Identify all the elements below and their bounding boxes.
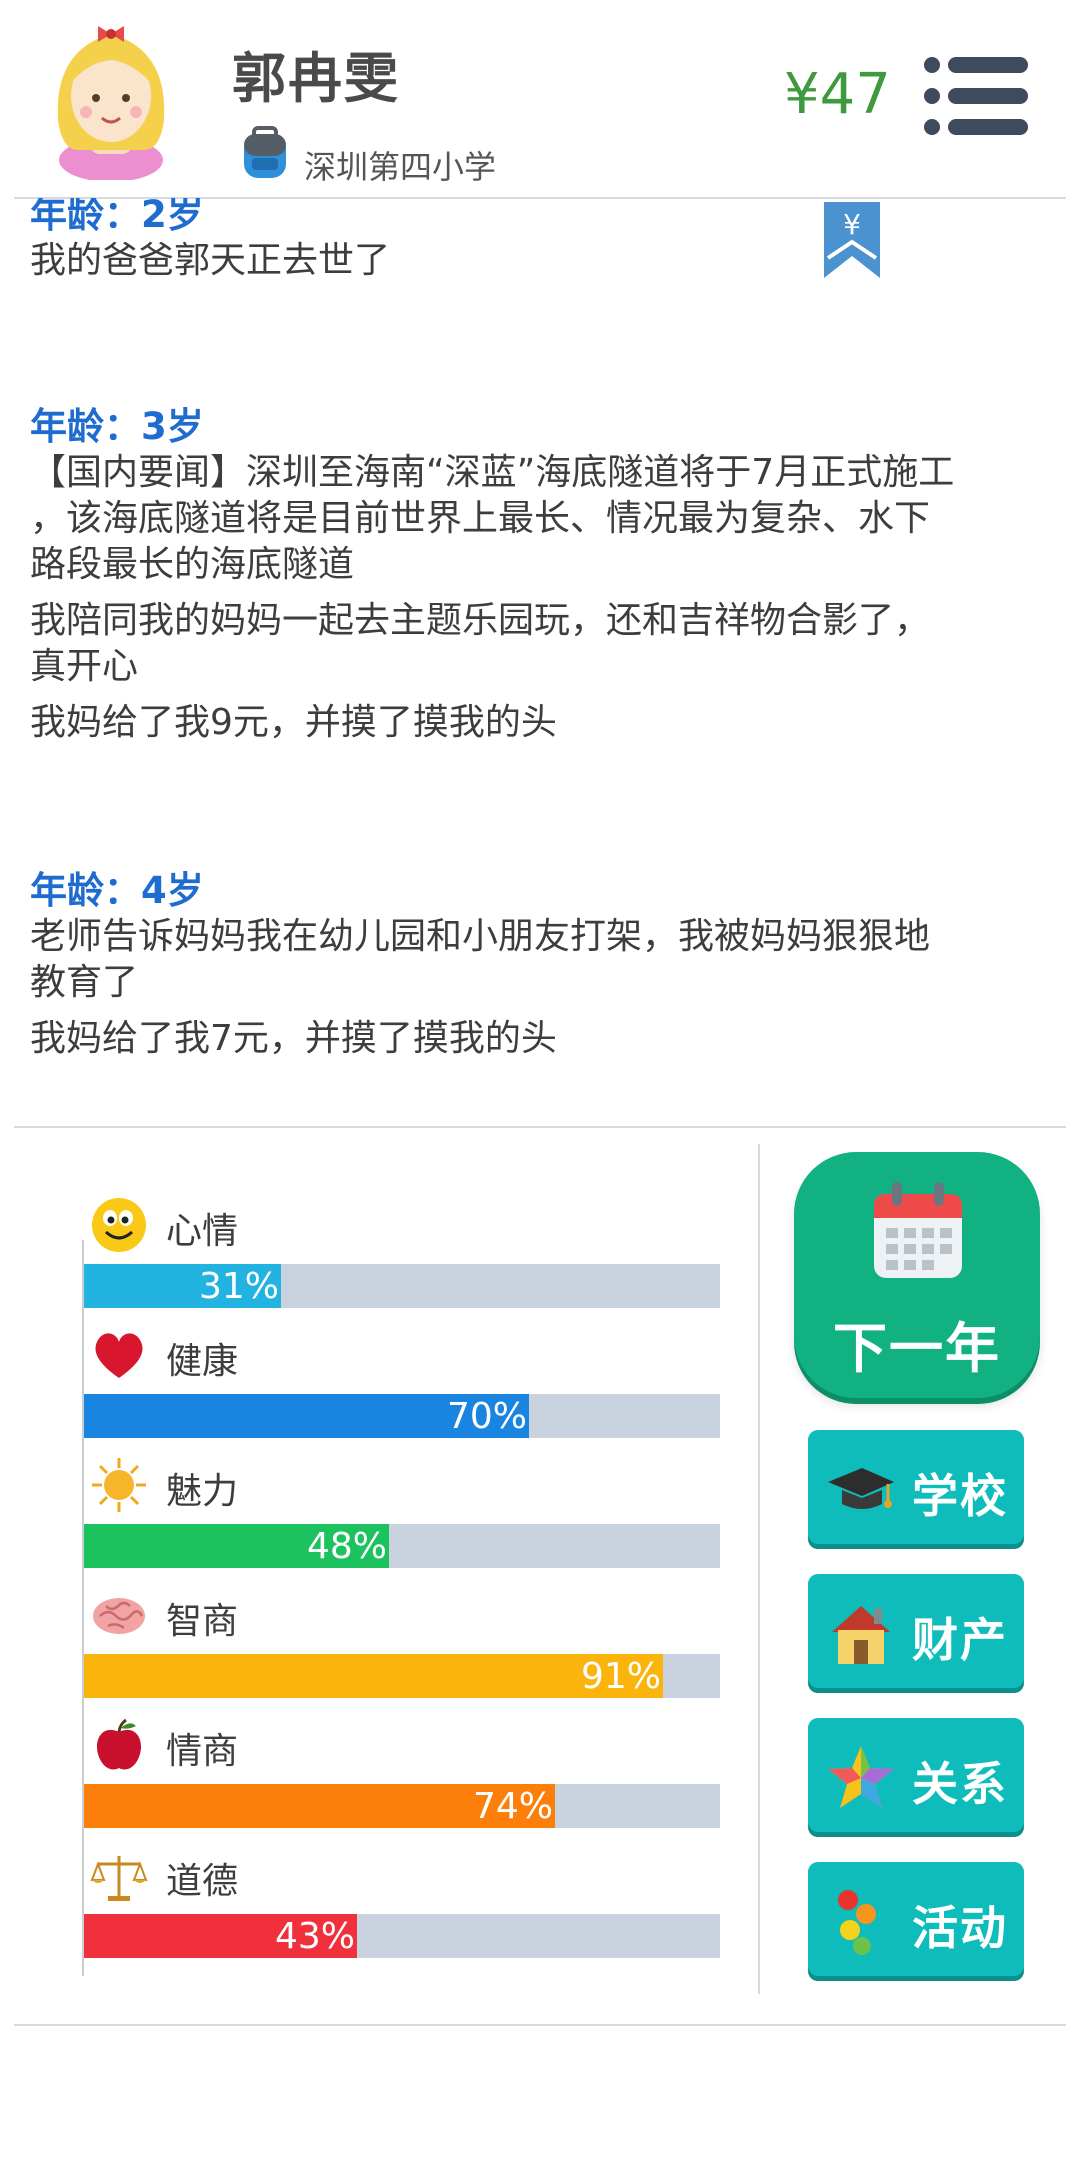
graduation-cap-icon [828,1468,894,1509]
heart-icon [95,1333,143,1378]
player-name: 郭冉雯 [232,47,400,110]
divider [14,2024,1066,2026]
log-entry: 年龄：3岁 【国内要闻】深圳至海南“深蓝”海底隧道将于7月正式施工 ，该海底隧道… [30,404,1060,746]
stat-bar-fill: 31% [84,1264,281,1308]
menu-icon[interactable] [924,56,1028,136]
apple-icon [96,1718,142,1770]
divider [758,1144,760,1994]
stat-row: 情商 74% [84,1716,720,1846]
stat-percent: 70% [446,1396,527,1437]
stat-bar-fill: 74% [84,1784,555,1828]
bookmark-icon[interactable]: ¥ [824,202,880,278]
stat-label: 魅力 [166,1471,239,1512]
log-age: 年龄：2岁 [30,198,204,236]
stat-percent: 31% [198,1266,279,1307]
stat-bar-fill: 70% [84,1394,529,1438]
log-line: ，该海底隧道将是目前世界上最长、情况最为复杂、水下 [30,498,931,539]
stat-row: 心情 31% [84,1196,720,1326]
star-icon [828,1746,894,1808]
stat-percent: 48% [306,1526,387,1567]
smiley-icon [92,1198,146,1252]
stat-row: 智商 91% [84,1586,720,1716]
stat-percent: 43% [274,1916,355,1957]
activities-label: 活动 [912,1901,1008,1955]
log-line: 【国内要闻】深圳至海南“深蓝”海底隧道将于7月正式施工 [30,452,955,493]
stat-label: 道德 [166,1861,239,1902]
relations-button[interactable]: 关系 [808,1718,1024,1832]
stat-label: 智商 [166,1601,239,1642]
header-bar: 郭冉雯 深圳第四小学 ¥47 [0,0,1080,198]
school-label: 学校 [912,1469,1008,1523]
log-entry: 年龄：4岁 老师告诉妈妈我在幼儿园和小朋友打架，我被妈妈狠狠地 教育了 我妈给了… [30,868,1060,1062]
stat-row: 魅力 48% [84,1456,720,1586]
stat-row: 道德 43% [84,1846,720,1976]
avatar[interactable] [48,10,174,180]
scale-icon [90,1856,148,1901]
log-line: 真开心 [30,646,139,687]
log-line: 教育了 [30,962,139,1003]
log-line: 我陪同我的妈妈一起去主题乐园玩，还和吉祥物合影了， [30,600,931,641]
stat-label: 心情 [166,1211,239,1252]
stat-label: 健康 [166,1341,239,1382]
log-line: 老师告诉妈妈我在幼儿园和小朋友打架，我被妈妈狠狠地 [30,916,931,957]
stat-percent: 91% [580,1656,661,1697]
house-icon [832,1606,890,1664]
stat-bar-track: 74% [84,1784,720,1828]
relations-label: 关系 [912,1757,1008,1811]
log-line: 我妈给了我7元，并摸了摸我的头 [30,1018,557,1059]
assets-label: 财产 [912,1613,1008,1667]
stat-percent: 74% [472,1786,553,1827]
log-entry: 年龄：2岁 我的爸爸郭天正去世了 [30,198,1060,284]
log-line: 我的爸爸郭天正去世了 [30,240,391,281]
activities-button[interactable]: 活动 [808,1862,1024,1976]
school-name: 深圳第四小学 [304,148,497,186]
log-line: 路段最长的海底隧道 [30,544,355,585]
stat-bar-fill: 91% [84,1654,663,1698]
brain-icon [93,1598,145,1634]
next-year-button[interactable]: 下一年 [794,1152,1040,1398]
stat-label: 情商 [166,1731,239,1772]
stat-row: 健康 70% [84,1326,720,1456]
money-balance: ¥47 [784,62,891,127]
log-line: 我妈给了我9元，并摸了摸我的头 [30,702,557,743]
bookmark-symbol: ¥ [843,208,861,241]
assets-button[interactable]: 财产 [808,1574,1024,1688]
stat-bar-track: 31% [84,1264,720,1308]
divider [14,1126,1066,1128]
school-button[interactable]: 学校 [808,1430,1024,1544]
activity-dots-icon [838,1890,876,1955]
stat-bar-track: 43% [84,1914,720,1958]
stat-bar-fill: 43% [84,1914,357,1958]
log-age: 年龄：3岁 [30,405,204,448]
stat-bar-fill: 48% [84,1524,389,1568]
stat-bar-track: 48% [84,1524,720,1568]
sun-icon [92,1458,146,1512]
calendar-icon [874,1182,962,1278]
log-age: 年龄：4岁 [30,869,204,912]
stat-bar-track: 70% [84,1394,720,1438]
life-log[interactable]: 年龄：2岁 我的爸爸郭天正去世了 年龄：3岁 【国内要闻】深圳至海南“深蓝”海底… [30,198,1060,1126]
next-year-label: 下一年 [833,1317,1001,1380]
backpack-icon [244,126,286,178]
stat-bar-track: 91% [84,1654,720,1698]
